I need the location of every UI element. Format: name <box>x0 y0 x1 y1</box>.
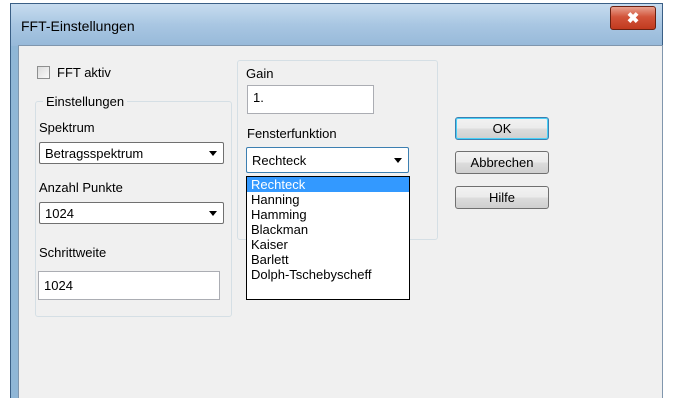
ok-button-label: OK <box>492 121 512 136</box>
fensterfunktion-option[interactable]: Rechteck <box>247 177 409 192</box>
ok-button[interactable]: OK <box>455 117 549 140</box>
fensterfunktion-option[interactable]: Kaiser <box>247 237 409 252</box>
anzahl-punkte-value: 1024 <box>45 206 74 221</box>
chevron-down-icon <box>394 158 402 163</box>
gain-input[interactable]: 1. <box>247 85 374 114</box>
hilfe-button-label: Hilfe <box>488 190 515 205</box>
dialog-title: FFT-Einstellungen <box>21 18 135 34</box>
gain-value: 1. <box>253 90 264 105</box>
fensterfunktion-option[interactable]: Hamming <box>247 207 409 222</box>
spektrum-select[interactable]: Betragsspektrum <box>39 142 224 164</box>
spektrum-value: Betragsspektrum <box>45 146 144 161</box>
fensterfunktion-option[interactable]: Dolph-Tschebyscheff <box>247 267 409 282</box>
gain-label: Gain <box>246 66 274 81</box>
spektrum-label: Spektrum <box>39 120 95 135</box>
fensterfunktion-option[interactable]: Blackman <box>247 222 409 237</box>
fensterfunktion-label: Fensterfunktion <box>247 126 337 141</box>
fensterfunktion-select[interactable]: Rechteck <box>246 147 409 173</box>
schrittweite-input[interactable]: 1024 <box>38 271 220 300</box>
fensterfunktion-value: Rechteck <box>252 153 307 168</box>
einstellungen-legend: Einstellungen <box>43 94 128 109</box>
abbrechen-button-label: Abbrechen <box>470 155 534 170</box>
fensterfunktion-dropdown-list: Rechteck Hanning Hamming Blackman Kaiser… <box>246 176 410 300</box>
fft-aktiv-label[interactable]: FFT aktiv <box>57 65 111 80</box>
abbrechen-button[interactable]: Abbrechen <box>455 151 549 174</box>
chevron-down-icon <box>209 211 217 216</box>
fensterfunktion-option[interactable]: Hanning <box>247 192 409 207</box>
close-icon: ✖ <box>626 10 640 27</box>
schrittweite-value: 1024 <box>44 278 73 293</box>
title-bar[interactable]: FFT-Einstellungen ✖ <box>11 4 662 46</box>
hilfe-button[interactable]: Hilfe <box>455 186 549 209</box>
fft-aktiv-checkbox[interactable] <box>37 66 50 79</box>
close-button[interactable]: ✖ <box>610 6 656 30</box>
anzahl-punkte-label: Anzahl Punkte <box>39 180 123 195</box>
anzahl-punkte-select[interactable]: 1024 <box>39 202 224 224</box>
schrittweite-label: Schrittweite <box>39 245 107 260</box>
chevron-down-icon <box>209 151 217 156</box>
fensterfunktion-option[interactable]: Barlett <box>247 252 409 267</box>
